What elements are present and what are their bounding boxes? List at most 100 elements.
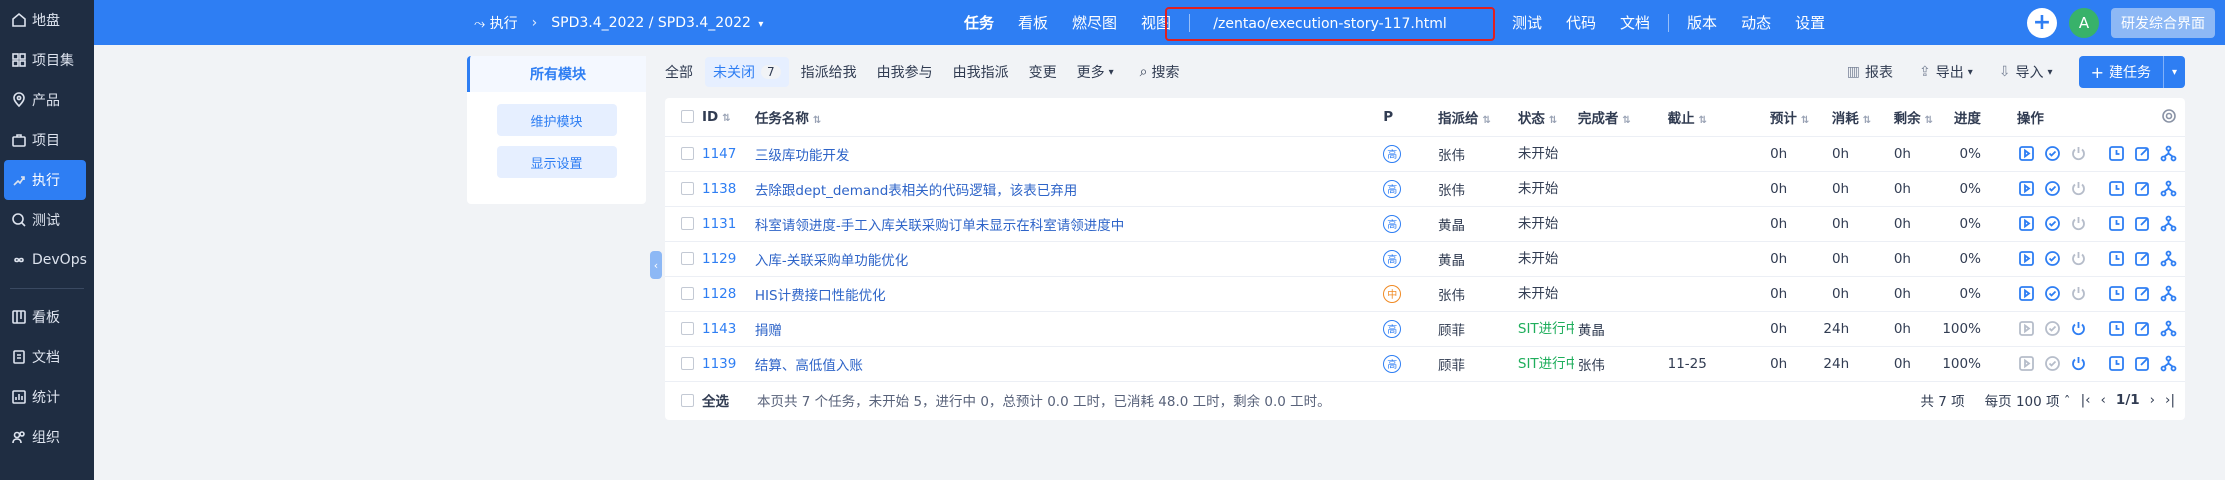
select-all-checkbox[interactable] [681, 393, 694, 407]
task-id[interactable]: 1138 [702, 181, 736, 197]
record-hours-icon[interactable] [2107, 144, 2127, 164]
start-icon[interactable] [2017, 354, 2037, 374]
column-header-1[interactable]: 任务名称 ⇅ [754, 98, 1384, 137]
next-page-icon[interactable]: › [2150, 392, 2155, 408]
record-hours-icon[interactable] [2107, 249, 2127, 269]
column-header-7[interactable]: 预计 ⇅ [1747, 98, 1810, 137]
task-id[interactable]: 1139 [702, 356, 736, 372]
assigned-to[interactable]: 黄晶 [1438, 241, 1518, 277]
view-switch-button[interactable]: 研发综合界面 [2111, 7, 2215, 38]
sidebar-item-0[interactable]: 地盘 [0, 0, 94, 40]
finish-icon[interactable] [2043, 319, 2063, 339]
filter-tab-3[interactable]: 由我参与 [877, 62, 933, 82]
sidebar-item-10[interactable]: 组织 [0, 417, 94, 457]
row-checkbox[interactable] [681, 252, 694, 265]
task-id[interactable]: 1129 [702, 251, 736, 267]
assigned-to[interactable]: 黄晶 [1438, 206, 1518, 242]
quick-create-button[interactable]: + [2027, 7, 2057, 38]
assigned-to[interactable]: 顾菲 [1438, 311, 1518, 347]
split-task-icon[interactable] [2159, 249, 2179, 269]
maintain-module-button[interactable]: 维护模块 [496, 104, 617, 136]
assigned-to[interactable]: 顾菲 [1438, 346, 1518, 382]
sidebar-item-9[interactable]: 统计 [0, 377, 94, 417]
header-tab3-0[interactable]: 版本 [1687, 12, 1717, 33]
create-task-button[interactable]: + 建任务 ▾ [2078, 56, 2185, 88]
close-task-icon[interactable] [2069, 144, 2089, 164]
per-page-select[interactable]: 每页 100 项 ˆ [1975, 390, 2071, 410]
column-header-6[interactable]: 截止 ⇅ [1667, 98, 1748, 137]
assigned-to[interactable]: 张伟 [1438, 276, 1518, 312]
task-name-link[interactable]: 去除跟dept_demand表相关的代码逻辑，该表已弃用 [755, 183, 1077, 199]
row-checkbox[interactable] [681, 217, 694, 230]
header-tab3-1[interactable]: 动态 [1741, 12, 1771, 33]
filter-tab-1[interactable]: 未关闭 7 [705, 57, 789, 87]
task-id[interactable]: 1128 [702, 286, 736, 302]
sidebar-item-8[interactable]: 文档 [0, 337, 94, 377]
header-tab-2[interactable]: 燃尽图 [1072, 12, 1117, 33]
header-checkbox[interactable] [681, 110, 694, 124]
task-name-link[interactable]: 科室请领进度-手工入库关联采购订单未显示在科室请领进度中 [755, 218, 1124, 234]
start-icon[interactable] [2017, 284, 2037, 304]
row-checkbox[interactable] [681, 357, 694, 370]
report-button[interactable]: ▥ 报表 [1847, 62, 1893, 82]
prev-page-icon[interactable]: ‹ [2101, 392, 2106, 408]
assigned-to[interactable]: 张伟 [1438, 136, 1518, 172]
filter-tab-2[interactable]: 指派给我 [801, 62, 857, 82]
row-checkbox[interactable] [681, 182, 694, 195]
import-button[interactable]: ⇩ 导入 ▾ [1999, 62, 2053, 82]
close-task-icon[interactable] [2069, 249, 2089, 269]
header-tab2-2[interactable]: 文档 [1620, 12, 1650, 33]
assigned-to[interactable]: 张伟 [1438, 171, 1518, 207]
finish-icon[interactable] [2043, 354, 2063, 374]
finish-icon[interactable] [2043, 284, 2063, 304]
sidebar-item-2[interactable]: 产品 [0, 80, 94, 120]
record-hours-icon[interactable] [2107, 214, 2127, 234]
edit-icon[interactable] [2133, 179, 2153, 199]
record-hours-icon[interactable] [2107, 284, 2127, 304]
column-header-9[interactable]: 剩余 ⇅ [1871, 98, 1933, 137]
filter-tab-0[interactable]: 全部 [665, 62, 693, 82]
start-icon[interactable] [2017, 179, 2037, 199]
column-header-5[interactable]: 完成者 ⇅ [1577, 98, 1668, 137]
all-modules[interactable]: 所有模块 [467, 56, 646, 92]
close-task-icon[interactable] [2069, 214, 2089, 234]
edit-icon[interactable] [2133, 319, 2153, 339]
select-all-label[interactable]: 全选 [702, 390, 729, 410]
task-name-link[interactable]: 结算、高低值入账 [755, 358, 863, 374]
split-task-icon[interactable] [2159, 284, 2179, 304]
split-task-icon[interactable] [2159, 179, 2179, 199]
create-task-dropdown[interactable]: ▾ [2164, 67, 2185, 78]
sidebar-item-4[interactable]: 执行 [4, 160, 86, 200]
split-task-icon[interactable] [2159, 214, 2179, 234]
execution-switcher[interactable]: SPD3.4_2022 / SPD3.4_2022 ▾ [551, 15, 763, 31]
header-tab-1[interactable]: 看板 [1018, 12, 1048, 33]
task-name-link[interactable]: HIS计费接口性能优化 [755, 288, 886, 304]
create-task-main[interactable]: + 建任务 [2079, 56, 2164, 88]
finish-icon[interactable] [2043, 144, 2063, 164]
last-page-icon[interactable]: ›| [2165, 392, 2175, 408]
header-tab2-1[interactable]: 代码 [1566, 12, 1596, 33]
task-id[interactable]: 1147 [702, 146, 736, 162]
edit-icon[interactable] [2133, 354, 2153, 374]
finish-icon[interactable] [2043, 249, 2063, 269]
task-id[interactable]: 1131 [702, 216, 736, 232]
start-icon[interactable] [2017, 144, 2037, 164]
record-hours-icon[interactable] [2107, 319, 2127, 339]
row-checkbox[interactable] [681, 147, 694, 160]
task-name-link[interactable]: 三级库功能开发 [755, 148, 850, 164]
column-header-4[interactable]: 状态 ⇅ [1517, 98, 1578, 137]
column-header-0[interactable]: ID ⇅ [665, 98, 755, 137]
filter-tab-6[interactable]: 更多 ▾ [1077, 62, 1114, 82]
row-checkbox[interactable] [681, 287, 694, 300]
split-task-icon[interactable] [2159, 319, 2179, 339]
header-tab-0[interactable]: 任务 [964, 12, 994, 33]
module-switcher[interactable]: ⤳ 执行 [474, 13, 518, 33]
filter-tab-4[interactable]: 由我指派 [953, 62, 1009, 82]
close-task-icon[interactable] [2069, 284, 2089, 304]
sidebar-item-6[interactable]: DevOps [0, 240, 94, 280]
sidebar-item-7[interactable]: 看板 [0, 297, 94, 337]
header-tab2-0[interactable]: 测试 [1512, 12, 1542, 33]
display-settings-button[interactable]: 显示设置 [496, 146, 617, 178]
first-page-icon[interactable]: |‹ [2081, 392, 2091, 408]
close-task-icon[interactable] [2069, 354, 2089, 374]
